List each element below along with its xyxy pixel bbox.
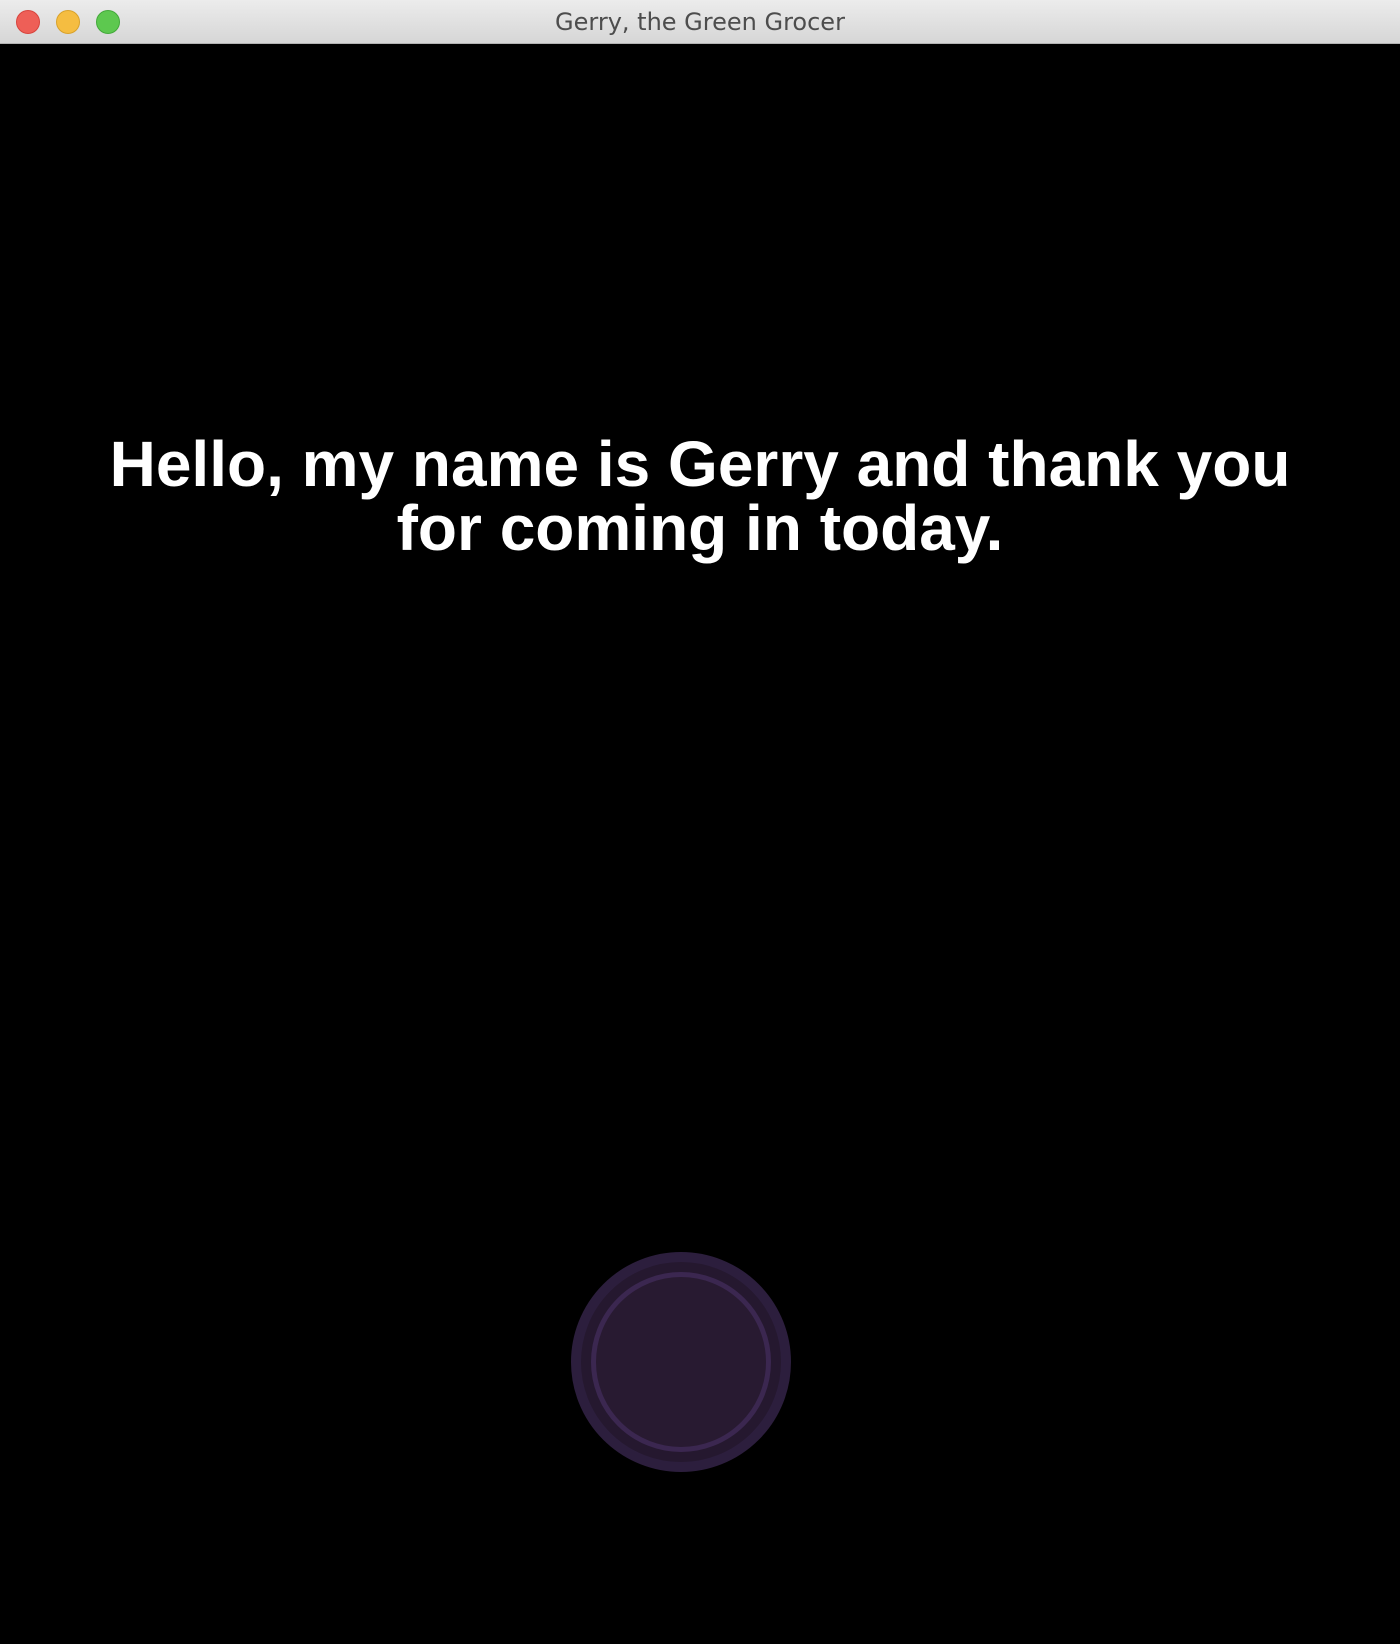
main-content: Hello, my name is Gerry and thank you fo… — [0, 44, 1400, 1644]
window-title: Gerry, the Green Grocer — [555, 8, 845, 36]
talk-button[interactable] — [571, 1252, 791, 1472]
title-bar[interactable]: Gerry, the Green Grocer — [0, 0, 1400, 44]
app-window: Gerry, the Green Grocer Hello, my name i… — [0, 0, 1400, 1644]
greeting-message: Hello, my name is Gerry and thank you fo… — [109, 428, 1291, 564]
talk-button-ring — [591, 1272, 771, 1452]
